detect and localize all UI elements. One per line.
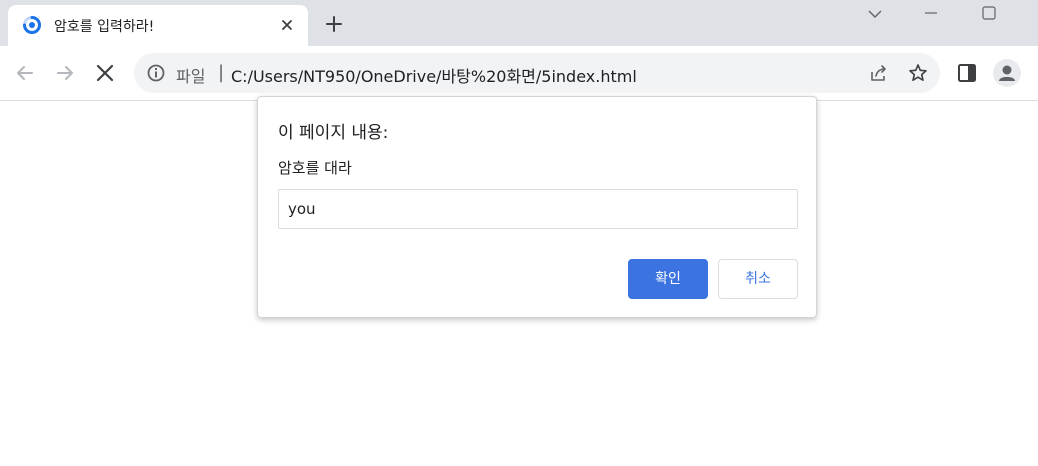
cancel-button[interactable]: 취소 — [718, 259, 798, 299]
active-tab[interactable]: 암호를 입력하라! — [8, 5, 308, 46]
forward-arrow-icon[interactable] — [54, 62, 76, 84]
tab-strip: 암호를 입력하라! — [0, 0, 1038, 46]
new-tab-plus-icon[interactable] — [324, 14, 344, 34]
profile-avatar[interactable] — [993, 59, 1021, 87]
ok-button[interactable]: 확인 — [628, 259, 708, 299]
prompt-dialog: 이 페이지 내용: 암호를 대라 확인 취소 — [257, 96, 817, 318]
url-text[interactable]: C:/Users/NT950/OneDrive/바탕%20화면/5index.h… — [231, 63, 637, 87]
dialog-title: 이 페이지 내용: — [278, 123, 389, 143]
maximize-icon[interactable] — [980, 4, 998, 22]
tab-close-icon[interactable] — [278, 16, 296, 34]
tab-search-chevron-down-icon[interactable] — [866, 4, 884, 22]
profile-person-icon — [999, 65, 1015, 81]
dialog-message: 암호를 대라 — [278, 159, 352, 177]
stop-loading-icon[interactable] — [94, 62, 116, 84]
prompt-input[interactable] — [278, 189, 798, 229]
side-panel-icon[interactable] — [956, 62, 978, 84]
loading-spinner-icon — [23, 16, 41, 34]
address-bar[interactable]: 파일 | C:/Users/NT950/OneDrive/바탕%20화면/5in… — [134, 53, 940, 93]
browser-toolbar: 파일 | C:/Users/NT950/OneDrive/바탕%20화면/5in… — [0, 46, 1038, 101]
file-scheme-label: 파일 — [176, 67, 206, 86]
bookmark-star-icon[interactable] — [907, 62, 929, 84]
share-icon[interactable] — [868, 62, 890, 84]
minimize-icon[interactable] — [922, 4, 940, 22]
url-separator: | — [218, 62, 225, 83]
tab-title: 암호를 입력하라! — [54, 19, 155, 35]
info-icon[interactable] — [146, 63, 166, 83]
back-arrow-icon[interactable] — [14, 62, 36, 84]
